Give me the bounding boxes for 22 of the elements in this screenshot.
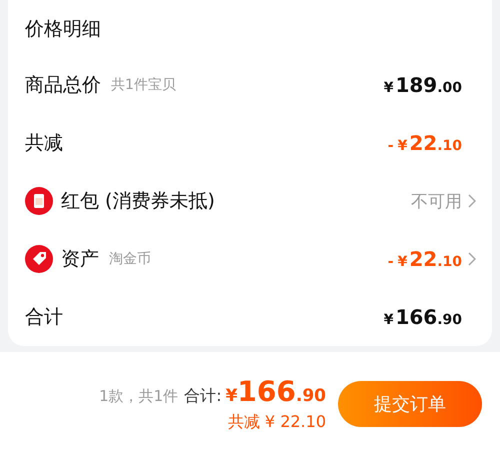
card-title: 价格明细 <box>25 17 102 42</box>
discount-text: 共减 ¥ 22.10 <box>228 412 326 433</box>
tag-icon <box>25 245 53 273</box>
row-label: 共减 <box>25 131 63 156</box>
chevron-icon[interactable] <box>468 194 476 208</box>
total-label: 合计: <box>184 386 222 407</box>
row-value: 不可用 <box>411 190 462 212</box>
chevron-icon[interactable] <box>468 252 476 266</box>
price: - ¥22.10 <box>388 131 462 155</box>
price: - ¥22.10 <box>388 247 462 271</box>
item-count: 1款，共1件 <box>99 387 178 406</box>
row-label: 合计 <box>25 305 63 330</box>
row-label: 商品总价 <box>25 73 101 98</box>
row-note: 共1件宝贝 <box>111 76 176 94</box>
price: ¥189.00 <box>384 73 462 97</box>
row-note: 淘金币 <box>109 250 151 268</box>
submit-order-button[interactable]: 提交订单 <box>338 381 482 427</box>
row-label: 资产 <box>61 247 99 272</box>
row-label: 红包 (消费券未抵) <box>61 189 215 214</box>
total-price: ¥166.90 <box>226 375 326 408</box>
price: ¥166.90 <box>384 305 462 329</box>
envelope-icon <box>25 187 53 215</box>
